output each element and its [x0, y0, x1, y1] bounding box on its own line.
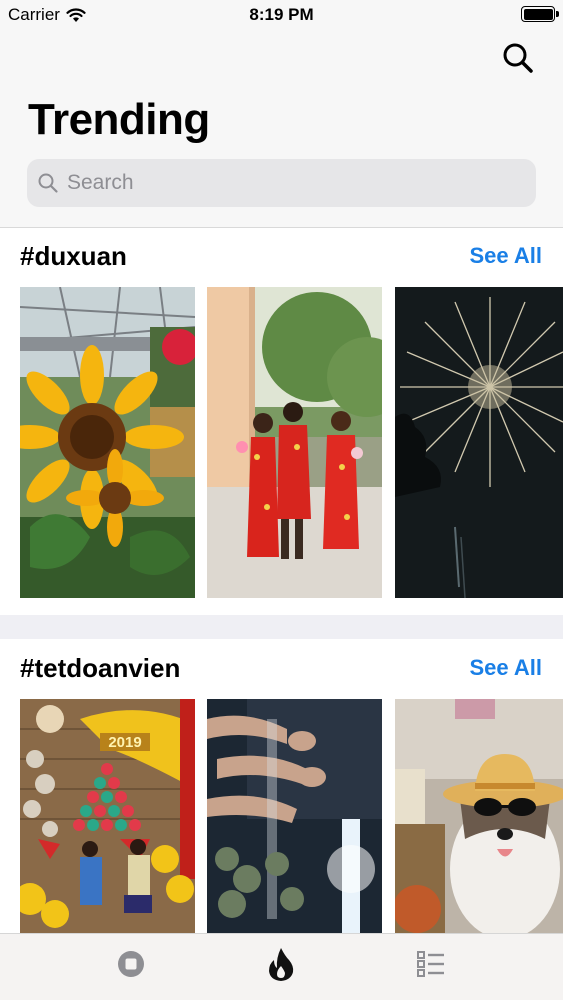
husky-image [395, 699, 563, 933]
status-time: 8:19 PM [249, 5, 314, 24]
stop-circle-icon [118, 951, 144, 977]
hands-night-image [207, 699, 382, 933]
status-bar: Carrier 8:19 PM [0, 0, 563, 30]
list-icon [417, 951, 444, 977]
home-tab[interactable] [111, 944, 151, 984]
section-separator [0, 615, 563, 639]
search-icon [503, 43, 533, 73]
trending-tab[interactable] [261, 944, 301, 984]
header-search-button[interactable] [500, 40, 536, 76]
nav-header: Trending [0, 30, 563, 228]
section-duxuan: #duxuan See All [0, 229, 563, 615]
section-tetdoanvien: #tetdoanvien See All 2019 [0, 639, 563, 933]
video-thumbnail-husky[interactable] [395, 699, 563, 933]
svg-text:2019: 2019 [108, 734, 141, 751]
section-title: #duxuan [20, 241, 127, 271]
tet-decoration-image: 2019 [20, 699, 195, 933]
fireworks-image [395, 287, 563, 598]
video-thumbnail-sunflower[interactable] [20, 287, 195, 598]
video-thumbnail-ao-dai[interactable] [207, 287, 382, 598]
ao-dai-image [207, 287, 382, 598]
battery-cap [556, 11, 559, 17]
see-all-button[interactable]: See All [469, 655, 542, 681]
video-thumbnail-tet-decoration[interactable]: 2019 [20, 699, 195, 933]
battery-icon [521, 6, 555, 22]
list-tab[interactable] [411, 944, 451, 984]
search-field-icon [38, 173, 58, 193]
see-all-button[interactable]: See All [469, 243, 542, 269]
search-bar[interactable] [27, 159, 536, 207]
video-thumbnail-fireworks[interactable] [395, 287, 563, 598]
tab-bar [0, 933, 563, 1000]
flame-icon [269, 948, 294, 981]
sunflower-image [20, 287, 195, 598]
page-title: Trending [28, 95, 210, 144]
search-input[interactable] [67, 171, 507, 195]
video-thumbnail-hands-night[interactable] [207, 699, 382, 933]
section-title: #tetdoanvien [20, 653, 181, 683]
